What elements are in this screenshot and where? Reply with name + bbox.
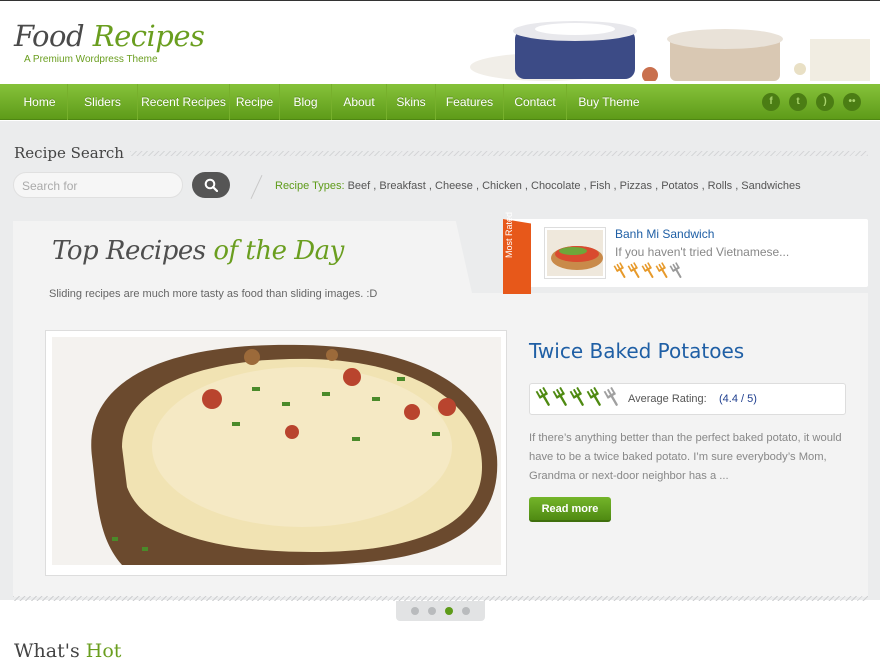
most-rated-thumbnail[interactable] [545,228,605,278]
featured-rating [535,386,622,412]
search-title: Recipe Search [14,144,124,162]
whats-hot-title: What's Hot [14,640,121,660]
twitter-icon[interactable]: t [789,93,807,111]
baked-potato-image [52,337,501,565]
logo-word-recipes: Recipes [92,19,205,53]
search-divider [130,151,868,156]
most-rated-ribbon-label: Most Rated [504,211,514,259]
nav-item-recipe[interactable]: Recipe [230,84,280,120]
recipe-types-label: Recipe Types: [275,180,345,192]
top-recipes-title: Top Recipes of the Day [52,236,344,266]
read-more-button[interactable]: Read more [529,497,611,522]
whats-hot-title-b: Hot [85,640,122,660]
logo-word-food: Food [14,19,85,53]
search-icon [204,178,218,192]
nav-item-blog[interactable]: Blog [280,84,332,120]
slider-pager [396,601,485,621]
logo-title: Food Recipes [14,19,205,53]
rating-value: (4.4 / 5) [719,393,757,405]
fork-icon [603,386,618,406]
nav-item-buy-theme[interactable]: Buy Theme [567,84,651,120]
featured-title[interactable]: Twice Baked Potatoes [529,339,744,363]
flickr-icon[interactable]: •• [843,93,861,111]
header-food-image [470,21,870,81]
nav-item-home[interactable]: Home [12,84,68,120]
search-input[interactable]: Search for [13,172,183,198]
search-button[interactable] [192,172,230,198]
nav-item-recent-recipes[interactable]: Recent Recipes [138,84,230,120]
nav-item-features[interactable]: Features [436,84,504,120]
featured-image[interactable] [52,337,501,565]
slider-dot-4[interactable] [462,607,470,615]
most-rated-rating [613,262,685,284]
top-recipes-title-b: of the Day [213,236,344,266]
featured-description: If there’s anything better than the perf… [529,432,842,482]
slider-dot-3[interactable] [445,607,453,615]
recipe-types-list[interactable]: Beef , Breakfast , Cheese , Chicken , Ch… [345,180,801,192]
slider-dot-2[interactable] [428,607,436,615]
top-recipes-title-a: Top Recipes [52,236,214,266]
fork-icon [669,262,682,279]
nav-item-about[interactable]: About [332,84,387,120]
most-rated-description: If you haven't tried Vietnamese... [615,245,790,259]
logo-tagline: A Premium Wordpress Theme [24,54,158,65]
nav-item-skins[interactable]: Skins [387,84,436,120]
main-nav: Home Sliders Recent Recipes Recipe Blog About… [0,84,880,120]
slider-dot-1[interactable] [411,607,419,615]
rss-icon[interactable]: ) [816,93,834,111]
rating-label: Average Rating: [628,393,707,405]
whats-hot-title-a: What's [14,640,86,660]
sandwich-image [547,230,603,276]
nav-item-contact[interactable]: Contact [504,84,567,120]
top-recipes-subtitle: Sliding recipes are much more tasty as f… [49,288,378,300]
site-header: Food Recipes A Premium Wordpress Theme [0,0,880,84]
nav-item-sliders[interactable]: Sliders [68,84,138,120]
recipe-types: Recipe Types: Beef , Breakfast , Cheese … [275,180,801,192]
most-rated-name[interactable]: Banh Mi Sandwich [615,227,714,241]
facebook-icon[interactable]: f [762,93,780,111]
site-logo[interactable]: Food Recipes A Premium Wordpress Theme [14,19,205,65]
